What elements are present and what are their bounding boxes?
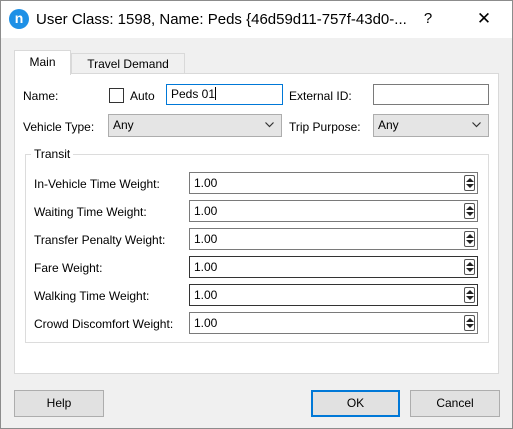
- in-vehicle-time-weight-input[interactable]: 1.00: [189, 172, 478, 194]
- title-bar: n User Class: 1598, Name: Peds {46d59d11…: [1, 1, 512, 38]
- window-title: User Class: 1598, Name: Peds {46d59d11-7…: [36, 11, 407, 28]
- spin-arrows-icon[interactable]: [464, 175, 475, 191]
- vehicle-type-select[interactable]: Any: [108, 114, 282, 137]
- fare-weight-label: Fare Weight:: [34, 261, 103, 275]
- waiting-time-weight-input[interactable]: 1.00: [189, 200, 478, 222]
- spin-arrows-icon[interactable]: [464, 203, 475, 219]
- spin-arrows-icon[interactable]: [464, 315, 475, 331]
- crowd-discomfort-weight-value: 1.00: [194, 316, 218, 330]
- app-logo-icon: n: [9, 9, 29, 29]
- tab-main[interactable]: Main: [14, 50, 71, 75]
- tab-travel-demand[interactable]: Travel Demand: [71, 53, 185, 74]
- name-label: Name:: [23, 89, 59, 103]
- text-caret: [215, 87, 217, 100]
- auto-checkbox[interactable]: [109, 88, 124, 103]
- chevron-down-icon: [472, 122, 481, 128]
- help-icon[interactable]: ?: [413, 3, 443, 35]
- trip-purpose-value: Any: [378, 118, 399, 132]
- transfer-penalty-weight-input[interactable]: 1.00: [189, 228, 478, 250]
- external-id-label: External ID:: [289, 89, 352, 103]
- dialog-window: n User Class: 1598, Name: Peds {46d59d11…: [0, 0, 513, 429]
- crowd-discomfort-weight-label: Crowd Discomfort Weight:: [34, 317, 174, 331]
- walking-time-weight-input[interactable]: 1.00: [189, 284, 478, 306]
- spin-arrows-icon[interactable]: [464, 287, 475, 303]
- transit-group-label: Transit: [31, 147, 74, 161]
- spin-arrows-icon[interactable]: [464, 259, 475, 275]
- trip-purpose-label: Trip Purpose:: [289, 120, 361, 134]
- vehicle-type-label: Vehicle Type:: [23, 120, 95, 134]
- ok-button[interactable]: OK: [311, 390, 400, 417]
- vehicle-type-value: Any: [113, 118, 134, 132]
- auto-label: Auto: [130, 89, 155, 103]
- walking-time-weight-label: Walking Time Weight:: [34, 289, 150, 303]
- waiting-time-weight-value: 1.00: [194, 204, 218, 218]
- crowd-discomfort-weight-input[interactable]: 1.00: [189, 312, 478, 334]
- help-button[interactable]: Help: [14, 390, 104, 417]
- cancel-button[interactable]: Cancel: [410, 390, 500, 417]
- transfer-penalty-weight-value: 1.00: [194, 232, 218, 246]
- transfer-penalty-weight-label: Transfer Penalty Weight:: [34, 233, 166, 247]
- in-vehicle-time-weight-value: 1.00: [194, 176, 218, 190]
- chevron-down-icon: [265, 122, 274, 128]
- fare-weight-value: 1.00: [194, 260, 218, 274]
- name-input[interactable]: Peds 01: [166, 84, 283, 105]
- walking-time-weight-value: 1.00: [194, 288, 218, 302]
- spin-arrows-icon[interactable]: [464, 231, 475, 247]
- waiting-time-weight-label: Waiting Time Weight:: [34, 205, 147, 219]
- in-vehicle-time-weight-label: In-Vehicle Time Weight:: [34, 177, 160, 191]
- close-icon[interactable]: ✕: [461, 3, 507, 35]
- fare-weight-input[interactable]: 1.00: [189, 256, 478, 278]
- external-id-input[interactable]: [373, 84, 489, 105]
- trip-purpose-select[interactable]: Any: [373, 114, 489, 137]
- name-input-value: Peds 01: [171, 87, 216, 101]
